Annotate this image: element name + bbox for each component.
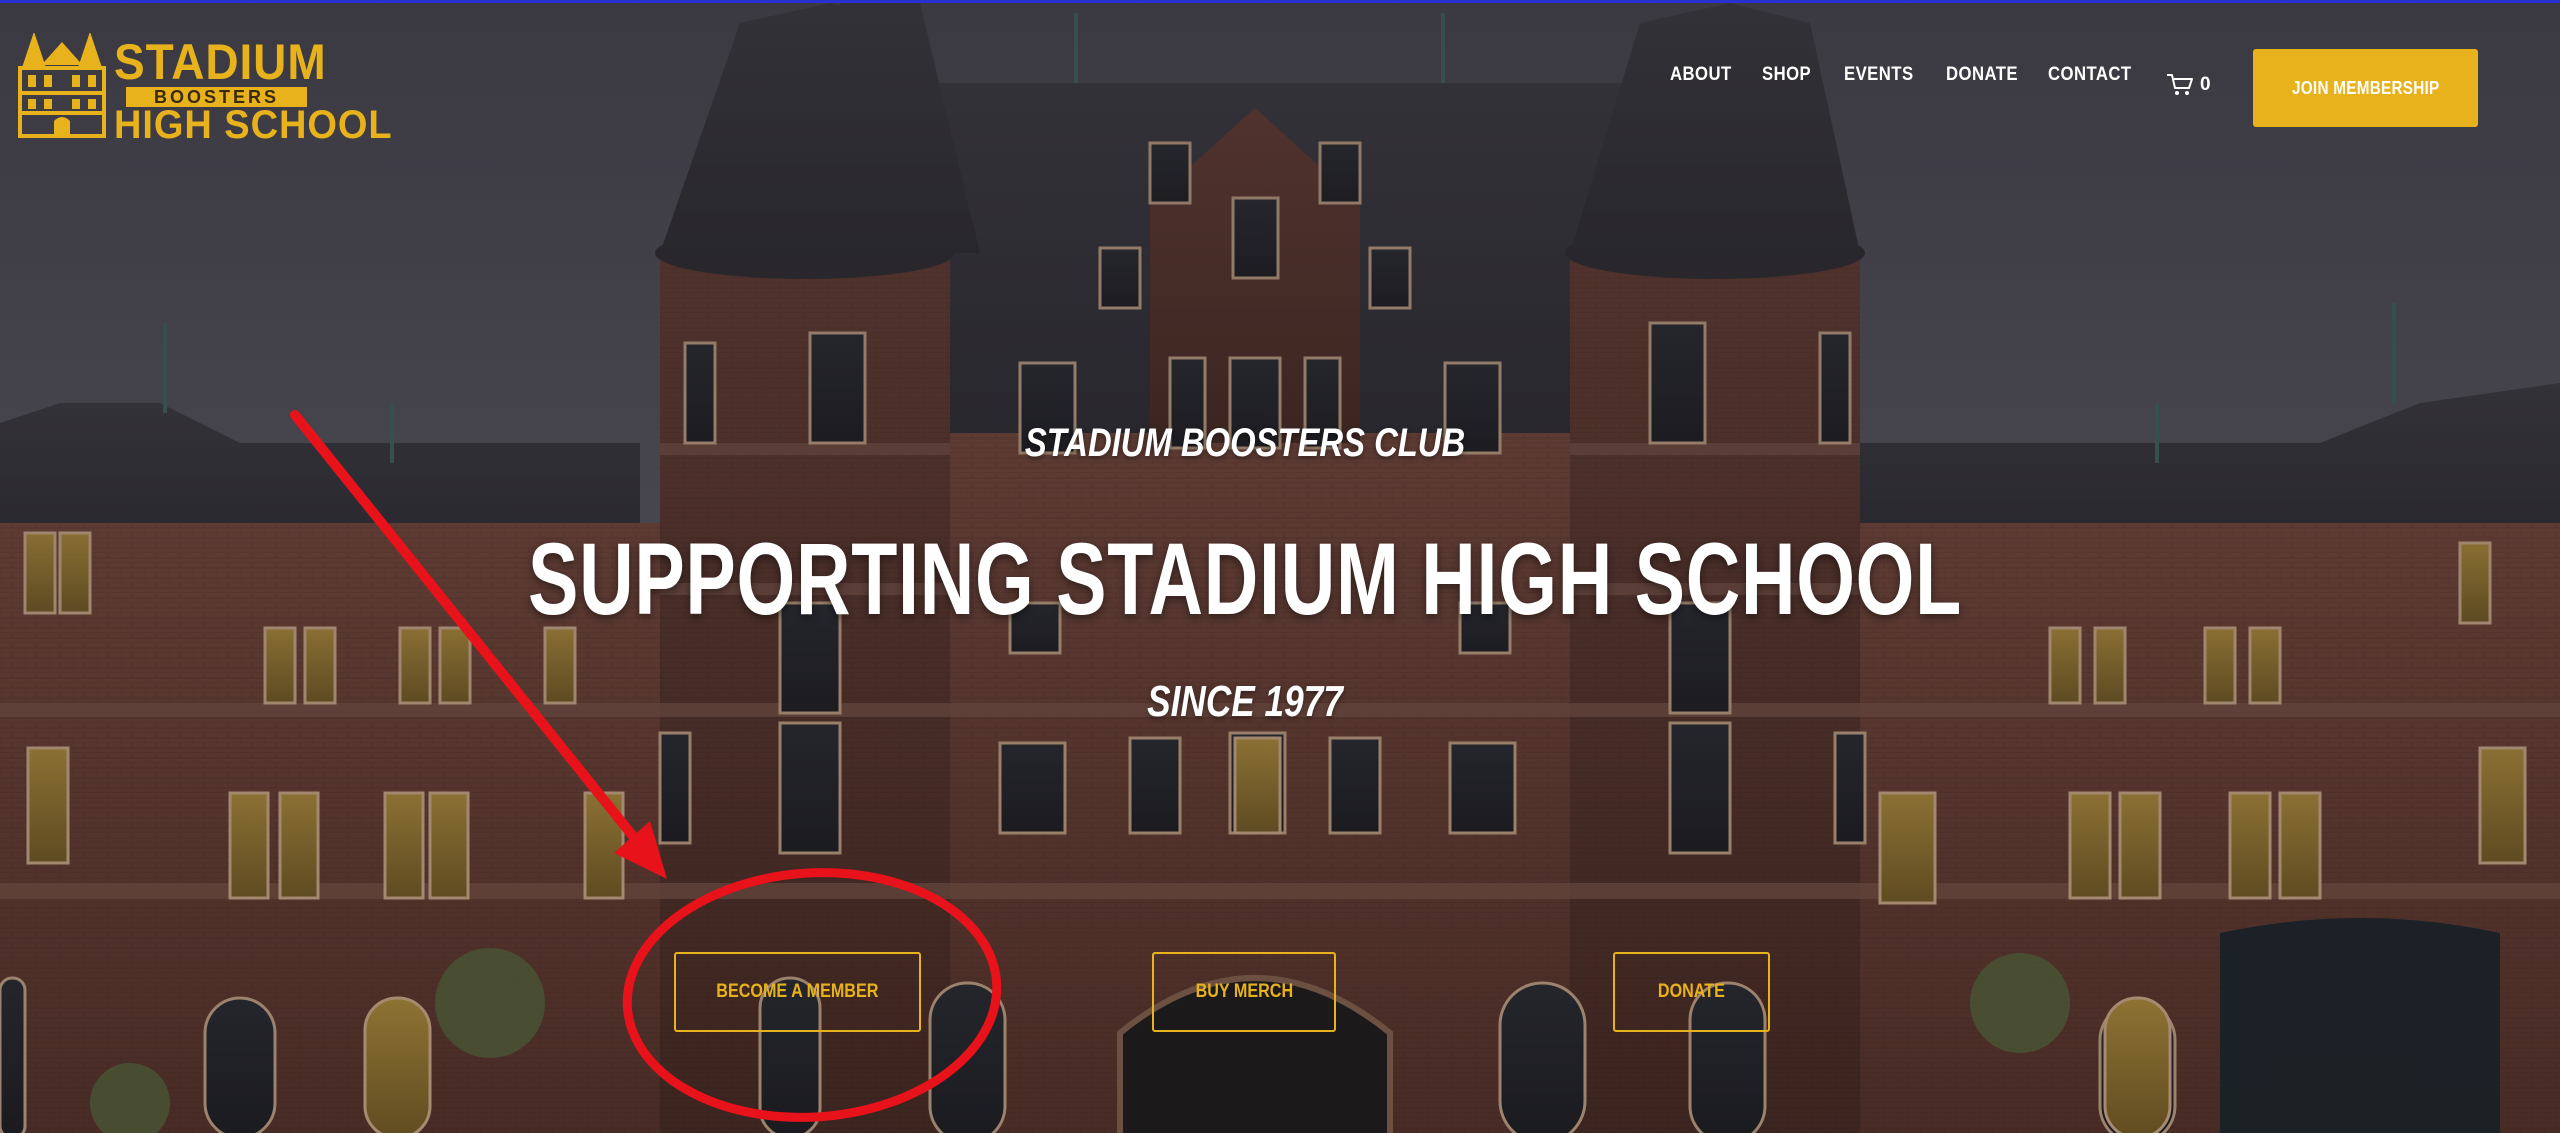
donate-label: DONATE bbox=[1658, 981, 1725, 1002]
site-logo[interactable]: STADIUM BOOSTERS HIGH SCHOOL bbox=[14, 33, 392, 145]
hero-since: SINCE 1977 bbox=[1147, 677, 1343, 726]
nav-about[interactable]: ABOUT bbox=[1670, 64, 1732, 86]
cart-count: 0 bbox=[2200, 74, 2211, 95]
buy-merch-label: BUY MERCH bbox=[1195, 981, 1293, 1002]
donate-button[interactable]: DONATE bbox=[1613, 952, 1770, 1032]
join-membership-button[interactable]: JOIN MEMBERSHIP bbox=[2253, 49, 2478, 127]
page: STADIUM BOOSTERS HIGH SCHOOL ABOUT SHOP … bbox=[0, 0, 2560, 1133]
logo-line-high-school: HIGH SCHOOL bbox=[114, 103, 393, 147]
cart-link[interactable]: 0 bbox=[2166, 73, 2211, 97]
nav-shop[interactable]: SHOP bbox=[1762, 64, 1811, 86]
shopping-cart-icon bbox=[2167, 74, 2193, 95]
become-a-member-label: BECOME A MEMBER bbox=[716, 981, 879, 1002]
nav-donate[interactable]: DONATE bbox=[1946, 64, 2018, 86]
become-a-member-button[interactable]: BECOME A MEMBER bbox=[674, 952, 921, 1032]
nav-events[interactable]: EVENTS bbox=[1844, 64, 1914, 86]
hero-eyebrow: STADIUM BOOSTERS CLUB bbox=[1024, 421, 1466, 465]
hero-title: SUPPORTING STADIUM HIGH SCHOOL bbox=[527, 522, 1962, 636]
join-membership-label: JOIN MEMBERSHIP bbox=[2291, 77, 2440, 98]
nav-contact[interactable]: CONTACT bbox=[2048, 64, 2132, 86]
logo-line-stadium: STADIUM bbox=[114, 34, 327, 90]
school-building-logo-icon bbox=[18, 33, 106, 138]
buy-merch-button[interactable]: BUY MERCH bbox=[1152, 952, 1336, 1032]
